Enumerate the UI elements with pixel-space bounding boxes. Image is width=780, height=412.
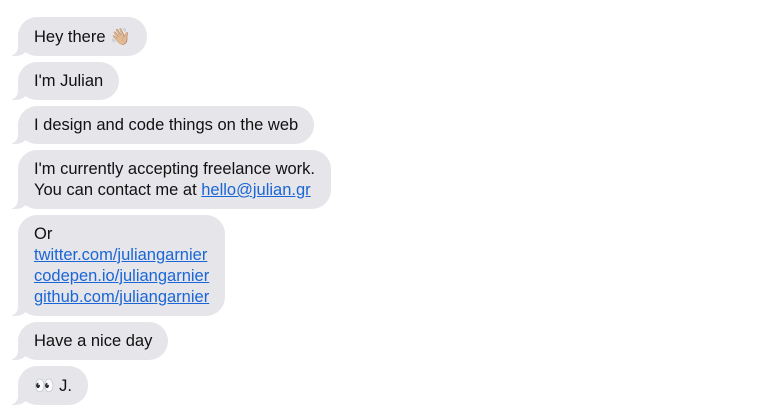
message-text: Or <box>34 225 53 243</box>
message-bubble-links: Or twitter.com/juliangarnier codepen.io/… <box>7 215 226 316</box>
message-text: Have a nice day <box>34 332 153 350</box>
message-text: I design and code things on the web <box>34 116 299 134</box>
message-thread: Hey there 👋🏼 I'm Julian I design and cod… <box>7 17 332 405</box>
twitter-link[interactable]: twitter.com/juliangarnier <box>34 245 209 266</box>
github-link[interactable]: github.com/juliangarnier <box>34 287 209 308</box>
message-bubble-freelance: I'm currently accepting freelance work. … <box>7 150 332 209</box>
email-link[interactable]: hello@julian.gr <box>201 181 310 199</box>
message-bubble-signoff: 👀 J. <box>8 366 88 405</box>
message-text: You can contact me at <box>34 181 202 199</box>
message-bubble-intro: I'm Julian <box>7 62 120 100</box>
message-text: I'm Julian <box>34 72 104 90</box>
message-bubble-role: I design and code things on the web <box>7 106 315 144</box>
codepen-link[interactable]: codepen.io/juliangarnier <box>34 266 209 287</box>
message-text: I'm currently accepting freelance work. <box>34 160 316 178</box>
eyes-icon: 👀 <box>34 376 55 395</box>
message-bubble-greeting: Hey there 👋🏼 <box>8 17 147 56</box>
waving-hand-icon: 👋🏼 <box>110 27 131 46</box>
message-text: J. <box>59 377 72 395</box>
message-bubble-farewell: Have a nice day <box>7 322 169 360</box>
message-text: Hey there <box>34 28 106 46</box>
